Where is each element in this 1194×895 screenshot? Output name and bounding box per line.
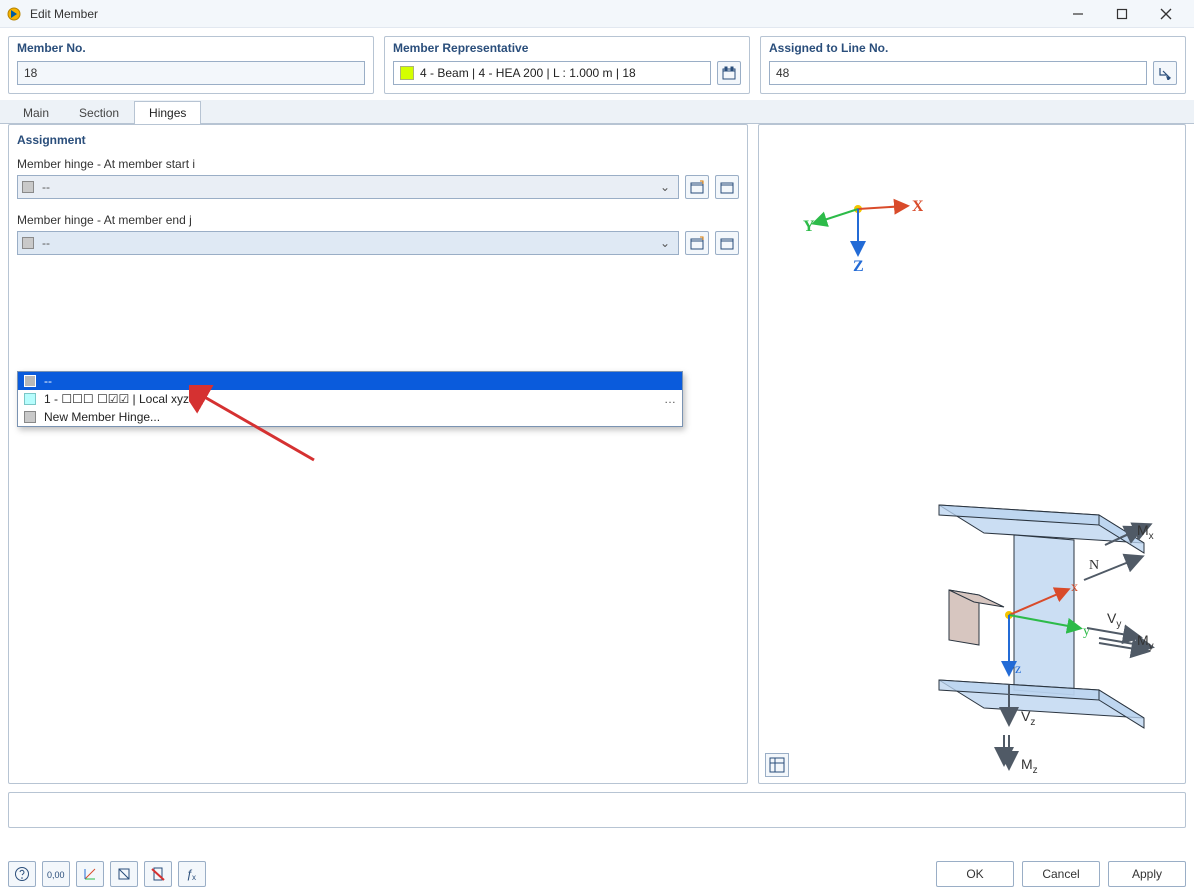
svg-text:z: z	[1015, 662, 1021, 677]
svg-text:Mx: Mx	[1137, 522, 1154, 542]
assigned-line-input[interactable]	[769, 61, 1147, 85]
section-view-button[interactable]	[110, 861, 138, 887]
global-axis-widget: X Y Z	[793, 181, 923, 291]
edit-hinge-end-button[interactable]	[715, 231, 739, 255]
edit-hinge-start-button[interactable]	[715, 175, 739, 199]
chevron-down-icon: ⌄	[656, 236, 674, 250]
chevron-down-icon: ⌄	[656, 180, 674, 194]
dropdown-item-new-hinge[interactable]: New Member Hinge...	[18, 408, 682, 426]
tab-section[interactable]: Section	[64, 101, 134, 124]
tab-hinges[interactable]: Hinges	[134, 101, 201, 124]
minimize-button[interactable]	[1056, 0, 1100, 28]
new-hinge-end-button[interactable]	[685, 231, 709, 255]
assigned-line-label: Assigned to Line No.	[769, 41, 1177, 55]
svg-text:x: x	[1071, 580, 1078, 595]
close-button[interactable]	[1144, 0, 1188, 28]
tab-main[interactable]: Main	[8, 101, 64, 124]
swatch-icon	[24, 393, 36, 405]
body-split: Assignment Member hinge - At member star…	[0, 124, 1194, 784]
hinge-start-value: --	[42, 180, 656, 194]
help-button[interactable]	[8, 861, 36, 887]
titlebar: Edit Member	[0, 0, 1194, 28]
svg-text:X: X	[912, 198, 923, 215]
local-axes-button[interactable]	[76, 861, 104, 887]
dropdown-item-none[interactable]: --	[18, 372, 682, 390]
maximize-button[interactable]	[1100, 0, 1144, 28]
cancel-button[interactable]: Cancel	[1022, 861, 1100, 887]
member-rep-label: Member Representative	[393, 41, 741, 55]
section-color-swatch	[400, 66, 414, 80]
member-no-label: Member No.	[17, 41, 365, 55]
hinge-end-value: --	[42, 236, 656, 250]
delete-button[interactable]	[144, 861, 172, 887]
window-title: Edit Member	[30, 7, 98, 21]
panel-member-no: Member No.	[8, 36, 374, 94]
units-button[interactable]: 0,00	[42, 861, 70, 887]
top-panels: Member No. Member Representative 4 - Bea…	[0, 28, 1194, 100]
apply-button[interactable]: Apply	[1108, 861, 1186, 887]
ellipsis-icon: …	[664, 392, 676, 406]
assignment-panel: Assignment Member hinge - At member star…	[8, 124, 748, 784]
swatch-icon	[22, 181, 34, 193]
pick-line-button[interactable]	[1153, 61, 1177, 85]
member-no-input[interactable]	[17, 61, 365, 85]
hinge-start-combo[interactable]: -- ⌄	[17, 175, 679, 199]
ok-button[interactable]: OK	[936, 861, 1014, 887]
svg-text:Mz: Mz	[1021, 756, 1038, 776]
panel-member-rep: Member Representative 4 - Beam | 4 - HEA…	[384, 36, 750, 94]
svg-text:x: x	[192, 873, 196, 882]
member-rep-value: 4 - Beam | 4 - HEA 200 | L : 1.000 m | 1…	[420, 66, 636, 80]
svg-text:y: y	[1083, 624, 1090, 639]
svg-text:0,00: 0,00	[47, 870, 65, 880]
hinge-start-label: Member hinge - At member start i	[17, 157, 739, 171]
assignment-title: Assignment	[17, 133, 739, 147]
app-icon	[6, 6, 22, 22]
svg-text:Z: Z	[853, 258, 864, 275]
swatch-icon	[22, 237, 34, 249]
hinge-end-dropdown: -- 1 - ☐☐☐ ☐☑☑ | Local xyz … New Member …	[17, 371, 683, 427]
notes-box[interactable]	[8, 792, 1186, 828]
hinge-end-label: Member hinge - At member end j	[17, 213, 739, 227]
svg-text:Y: Y	[803, 218, 815, 235]
svg-text:N: N	[1089, 558, 1099, 573]
preview-settings-button[interactable]	[765, 753, 789, 777]
swatch-icon	[24, 411, 36, 423]
bottom-bar: 0,00 ƒx OK Cancel Apply	[0, 861, 1194, 887]
new-hinge-start-button[interactable]	[685, 175, 709, 199]
dropdown-item-hinge-1[interactable]: 1 - ☐☐☐ ☐☑☑ | Local xyz …	[18, 390, 682, 408]
panel-assigned-line: Assigned to Line No.	[760, 36, 1186, 94]
preview-panel: X Y Z	[758, 124, 1186, 784]
swatch-icon	[24, 375, 36, 387]
tab-strip: Main Section Hinges	[0, 100, 1194, 124]
member-hinge-diagram: x y z N Mx Vy My	[849, 385, 1159, 784]
edit-rep-button[interactable]	[717, 61, 741, 85]
hinge-end-combo[interactable]: -- ⌄	[17, 231, 679, 255]
svg-text:Vy: Vy	[1107, 610, 1121, 630]
formula-button[interactable]: ƒx	[178, 861, 206, 887]
member-rep-field[interactable]: 4 - Beam | 4 - HEA 200 | L : 1.000 m | 1…	[393, 61, 711, 85]
